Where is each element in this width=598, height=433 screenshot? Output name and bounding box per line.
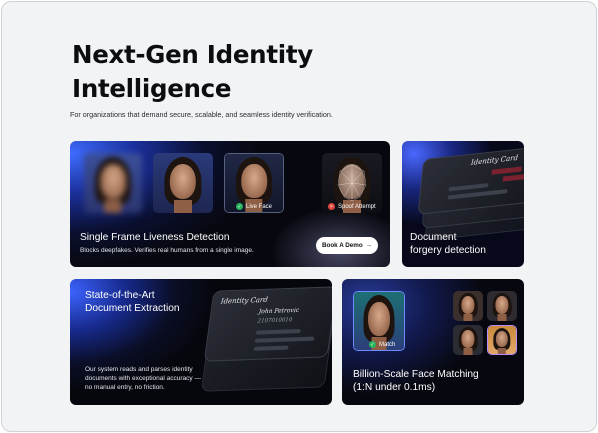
extraction-title-line-1: State-of-the-Art <box>85 290 155 301</box>
page-title-line-1: Next-Gen Identity <box>72 40 313 69</box>
extraction-card-title: State-of-the-Art Document Extraction <box>85 289 180 315</box>
check-icon: ✓ <box>369 341 376 348</box>
match-label: Match <box>379 341 396 348</box>
check-icon: ✓ <box>236 203 243 210</box>
forgery-card-title: Document forgery detection <box>410 231 486 257</box>
spoof-attempt-label: Spoof Attempt <box>338 203 376 210</box>
page-subtitle: For organizations that demand secure, sc… <box>70 110 333 119</box>
extraction-card-description: Our system reads and parses identity doc… <box>85 366 201 391</box>
blurred-face-image <box>84 153 142 213</box>
candidate-face-image <box>487 291 517 321</box>
arrow-right-icon: → <box>365 242 373 249</box>
id-card-heading: Identity Card <box>220 295 269 306</box>
extraction-title-line-2: Document Extraction <box>85 303 180 314</box>
cross-icon: × <box>328 203 335 210</box>
book-demo-button-label: Book A Demo <box>321 242 363 249</box>
id-card-number: 2107010010 <box>257 317 293 325</box>
page-title: Next-Gen Identity Intelligence <box>72 38 372 106</box>
page-title-line-2: Intelligence <box>72 74 232 103</box>
match-badge: ✓ Match <box>369 341 395 348</box>
matching-title-line-2: (1:N under 0.1ms) <box>353 382 436 393</box>
liveness-card-title: Single Frame Liveness Detection <box>80 232 230 243</box>
face-matching-card-title: Billion-Scale Face Matching (1:N under 0… <box>353 368 479 394</box>
live-face-label: Live Face <box>246 203 273 210</box>
face-image <box>153 153 213 213</box>
liveness-card-description: Blocks deepfakes. Verifies real humans f… <box>80 247 254 254</box>
live-face-badge: ✓ Live Face <box>236 203 272 210</box>
id-card-front: Identity Card John Petrovic 2107010010 <box>203 286 332 362</box>
id-card-heading: Identity Card <box>470 153 519 167</box>
candidate-face-image <box>453 325 483 355</box>
matching-title-line-1: Billion-Scale Face Matching <box>353 369 479 380</box>
candidate-face-image <box>453 291 483 321</box>
spoof-attempt-badge: × Spoof Attempt <box>328 203 376 210</box>
matched-face-image <box>487 325 517 355</box>
book-demo-button[interactable]: Book A Demo → <box>316 237 378 254</box>
forgery-title-line-1: Document <box>410 232 457 243</box>
forgery-title-line-2: forgery detection <box>410 245 486 256</box>
id-card-front: Identity Card <box>417 146 524 215</box>
id-card-name: John Petrovic <box>258 306 300 316</box>
